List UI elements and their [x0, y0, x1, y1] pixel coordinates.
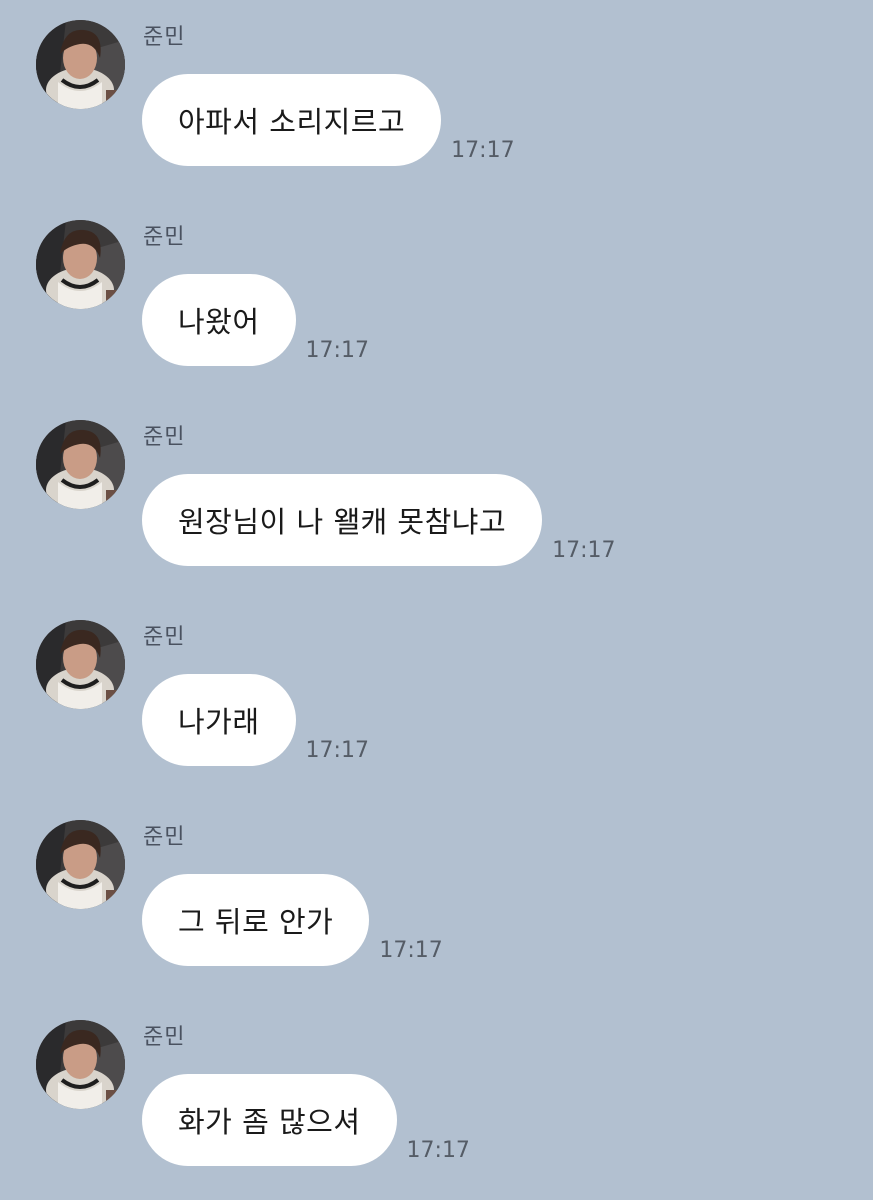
- message-bubble[interactable]: 나왔어: [142, 274, 296, 366]
- avatar[interactable]: [36, 1020, 125, 1109]
- avatar[interactable]: [36, 20, 125, 109]
- message-content: 나가래 17:17: [142, 674, 369, 766]
- profile-photo-icon: [36, 420, 125, 509]
- message-row: 준민 아파서 소리지르고 17:17: [0, 0, 873, 170]
- profile-photo-icon: [36, 820, 125, 909]
- profile-photo-icon: [36, 220, 125, 309]
- message-bubble[interactable]: 화가 좀 많으셔: [142, 1074, 397, 1166]
- sender-name: 준민: [143, 425, 186, 450]
- sender-name: 준민: [143, 25, 186, 50]
- profile-photo-icon: [36, 620, 125, 709]
- message-content: 그 뒤로 안가 17:17: [142, 874, 443, 966]
- avatar[interactable]: [36, 220, 125, 309]
- avatar[interactable]: [36, 820, 125, 909]
- message-time: 17:17: [305, 338, 369, 363]
- sender-name: 준민: [143, 825, 186, 850]
- message-row: 준민 그 뒤로 안가 17:17: [0, 800, 873, 970]
- message-row: 준민 나왔어 17:17: [0, 200, 873, 370]
- message-time: 17:17: [451, 138, 515, 163]
- message-bubble[interactable]: 그 뒤로 안가: [142, 874, 370, 966]
- sender-name: 준민: [143, 225, 186, 250]
- message-row: 준민 화가 좀 많으셔 17:17: [0, 1000, 873, 1170]
- chat-area[interactable]: 준민 아파서 소리지르고 17:17 준민 나왔어 17:17 준민 원장님이 …: [0, 0, 873, 1200]
- avatar[interactable]: [36, 420, 125, 509]
- avatar[interactable]: [36, 620, 125, 709]
- message-content: 화가 좀 많으셔 17:17: [142, 1074, 470, 1166]
- message-bubble[interactable]: 나가래: [142, 674, 296, 766]
- message-row: 준민 나가래 17:17: [0, 600, 873, 770]
- sender-name: 준민: [143, 1025, 186, 1050]
- message-content: 나왔어 17:17: [142, 274, 369, 366]
- message-time: 17:17: [305, 738, 369, 763]
- message-bubble[interactable]: 원장님이 나 왤캐 못참냐고: [142, 474, 543, 566]
- profile-photo-icon: [36, 1020, 125, 1109]
- profile-photo-icon: [36, 20, 125, 109]
- message-content: 아파서 소리지르고 17:17: [142, 74, 515, 166]
- message-content: 원장님이 나 왤캐 못참냐고 17:17: [142, 474, 616, 566]
- message-bubble[interactable]: 아파서 소리지르고: [142, 74, 442, 166]
- message-row: 준민 원장님이 나 왤캐 못참냐고 17:17: [0, 400, 873, 570]
- sender-name: 준민: [143, 625, 186, 650]
- message-time: 17:17: [406, 1138, 470, 1163]
- message-time: 17:17: [552, 538, 616, 563]
- message-time: 17:17: [379, 938, 443, 963]
